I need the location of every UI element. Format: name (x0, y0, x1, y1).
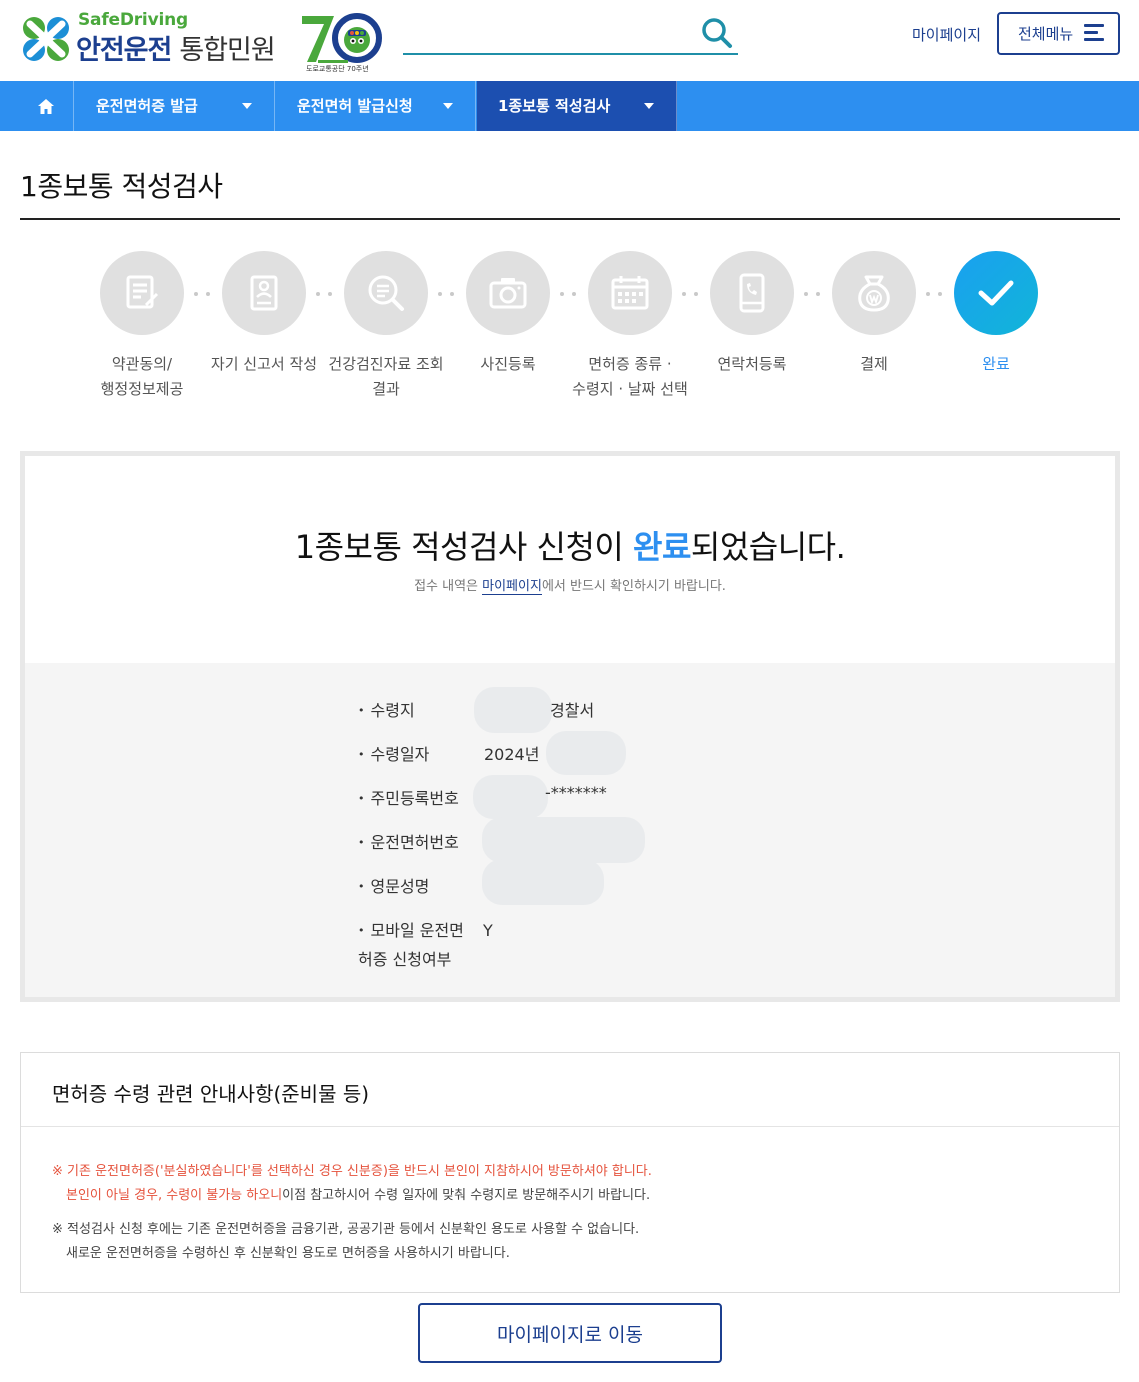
form-icon (250, 275, 278, 311)
redaction-blur (473, 775, 548, 819)
redaction-blur (474, 687, 552, 733)
detail-label: 주민등록번호 (358, 785, 483, 814)
step-circle (466, 251, 550, 335)
result-sub-post: 에서 반드시 확인하시기 바랍니다. (541, 579, 726, 594)
result-sub-pre: 접수 내역은 (414, 579, 483, 594)
page-title: 1종보통 적성검사 (20, 170, 223, 203)
money-bag-icon (858, 275, 890, 312)
breadcrumb-label: 운전면허증 발급 (96, 97, 198, 115)
chevron-down-icon (443, 103, 453, 109)
result-panel: 1종보통 적성검사 신청이 완료되었습니다. 접수 내역은 마이페이지에서 반드… (20, 451, 1120, 1002)
result-title-highlight: 완료 (633, 528, 691, 566)
step-label: 완료 (982, 355, 1010, 373)
step-self-report: 자기 신고서 작성 (204, 251, 324, 377)
redaction-blur (482, 859, 604, 905)
notice-line-2: 본인이 아닐 경우, 수령이 불가능 하오니이점 참고하시어 수령 일자에 맞춰… (66, 1184, 650, 1203)
breadcrumb-home[interactable] (0, 81, 74, 131)
step-circle (588, 251, 672, 335)
detail-label: 수령지 (358, 697, 483, 726)
notice-panel: 면허증 수령 관련 안내사항(준비물 등) ※ 기존 운전면허증('분실하였습니… (20, 1052, 1120, 1293)
mypage-inline-link[interactable]: 마이페이지 (482, 579, 542, 595)
site-logo[interactable]: SafeDriving 안전운전 통합민원 도로교통공단 70주년 (20, 10, 390, 73)
step-payment: 결제 (814, 251, 934, 377)
step-label: 건강검진자료 조회 결과 (328, 355, 444, 398)
step-circle (344, 251, 428, 335)
clover-logo-icon (23, 17, 69, 61)
logo-english-text: SafeDriving (78, 10, 188, 30)
breadcrumb-bar: 운전면허증 발급 운전면허 발급신청 1종보통 적성검사 (0, 81, 1139, 131)
step-label: 사진등록 (480, 355, 536, 373)
step-label: 연락처등록 (717, 355, 787, 373)
logo-korean-b: 통합민원 (179, 35, 275, 66)
step-license-type: 면허증 종류 · 수령지 · 날짜 선택 (570, 251, 690, 402)
detail-label: 영문성명 (358, 873, 483, 902)
step-label: 면허증 종류 · 수령지 · 날짜 선택 (572, 355, 688, 398)
step-photo: 사진등록 (448, 251, 568, 377)
application-details: 수령지 경찰서 수령일자 2024년 주민등록번호 -******* 운전면허번… (25, 663, 1115, 997)
logo-korean-a: 안전운전 (76, 35, 172, 66)
result-title-pre: 1종보통 적성검사 신청이 (294, 528, 633, 566)
step-circle (222, 251, 306, 335)
breadcrumb-label: 운전면허 발급신청 (297, 97, 413, 115)
redaction-blur (546, 731, 626, 775)
breadcrumb-item-license-issue[interactable]: 운전면허증 발급 (75, 81, 275, 131)
step-circle (832, 251, 916, 335)
detail-value: 경찰서 (550, 701, 595, 720)
site-header: SafeDriving 안전운전 통합민원 도로교통공단 70주년 마이페이지 전… (0, 0, 1139, 81)
breadcrumb-label: 1종보통 적성검사 (498, 97, 611, 115)
chevron-down-icon (242, 103, 252, 109)
detail-value: -******* (545, 783, 607, 802)
search-document-icon (368, 275, 404, 311)
detail-label: 수령일자 (358, 741, 483, 770)
camera-icon (489, 278, 527, 309)
detail-value: Y (483, 921, 493, 940)
step-health-check: 건강검진자료 조회 결과 (326, 251, 446, 402)
logo-70-caption: 도로교통공단 70주년 (306, 65, 369, 73)
result-subtitle: 접수 내역은 마이페이지에서 반드시 확인하시기 바랍니다. (25, 575, 1115, 595)
step-circle (710, 251, 794, 335)
notice-title: 면허증 수령 관련 안내사항(준비물 등) (52, 1082, 370, 1106)
phone-icon (739, 273, 765, 313)
step-label: 약관동의/ 행정정보제공 (100, 355, 184, 398)
search-icon[interactable] (700, 16, 734, 50)
step-contact: 연락처등록 (692, 251, 812, 377)
step-label: 결제 (860, 355, 888, 373)
title-divider (20, 218, 1120, 220)
result-title-post: 되었습니다. (690, 528, 846, 566)
document-icon (126, 275, 159, 309)
step-circle (954, 251, 1038, 335)
hamburger-icon (1084, 24, 1104, 42)
notice-warning: ※ 기존 운전면허증('분실하였습니다'를 선택하신 경우 신분증)을 반드시 … (52, 1164, 652, 1179)
go-to-mypage-button[interactable]: 마이페이지로 이동 (418, 1303, 722, 1363)
notice-line-3: ※ 적성검사 신청 후에는 기존 운전면허증을 금융기관, 공공기관 등에서 신… (52, 1222, 640, 1237)
notice-line-4: 새로운 운전면허증을 수령하신 후 신분확인 용도로 면허증을 사용하시기 바랍… (66, 1246, 510, 1261)
all-menu-button[interactable]: 전체메뉴 (997, 12, 1120, 55)
all-menu-label: 전체메뉴 (1018, 25, 1074, 43)
calendar-icon (611, 276, 649, 310)
check-icon (978, 280, 1014, 306)
notice-divider (21, 1126, 1119, 1127)
breadcrumb-item-license-apply[interactable]: 운전면허 발급신청 (276, 81, 476, 131)
notice-warning: 본인이 아닐 경우, 수령이 불가능 하오니 (66, 1188, 283, 1203)
step-circle (100, 251, 184, 335)
step-terms: 약관동의/ 행정정보제공 (82, 251, 202, 402)
detail-label: 운전면허번호 (358, 829, 483, 858)
search-bar (403, 14, 738, 55)
step-label: 자기 신고서 작성 (210, 355, 318, 373)
search-input[interactable] (403, 18, 693, 50)
notice-text: 이점 참고하시어 수령 일자에 맞춰 수령지로 방문해주시기 바랍니다. (282, 1188, 651, 1203)
logo-korean-text: 안전운전 통합민원 (76, 28, 276, 67)
step-complete: 완료 (936, 251, 1056, 377)
redaction-blur (482, 817, 645, 863)
result-title: 1종보통 적성검사 신청이 완료되었습니다. (25, 522, 1115, 568)
detail-label: 모바일 운전면 허증 신청여부 (358, 917, 483, 973)
breadcrumb-item-aptitude-test[interactable]: 1종보통 적성검사 (477, 81, 677, 131)
anniversary-70-emblem-icon (302, 13, 382, 63)
notice-line-1: ※ 기존 운전면허증('분실하였습니다'를 선택하신 경우 신분증)을 반드시 … (52, 1160, 652, 1179)
home-icon (38, 99, 54, 114)
detail-value: 2024년 (484, 745, 540, 764)
mypage-link[interactable]: 마이페이지 (912, 24, 981, 45)
chevron-down-icon (644, 103, 654, 109)
